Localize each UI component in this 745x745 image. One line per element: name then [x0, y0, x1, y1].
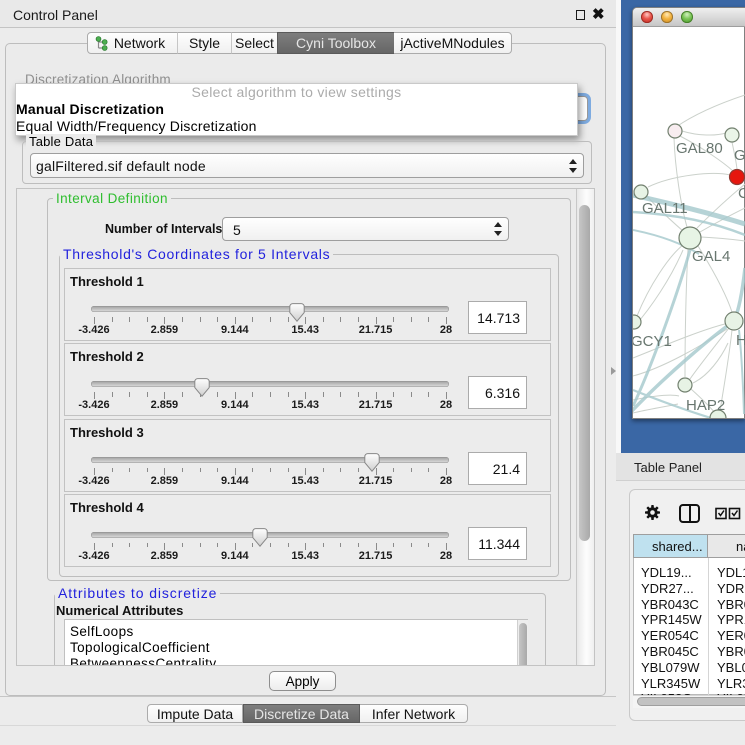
svg-text:C: C [738, 185, 745, 202]
svg-text:H: H [736, 332, 745, 349]
svg-text:GAL4: GAL4 [692, 248, 730, 265]
svg-text:G.: G. [734, 147, 745, 164]
svg-text:HAP2: HAP2 [686, 397, 725, 414]
svg-text:GCY1: GCY1 [633, 333, 672, 350]
svg-text:GAL80: GAL80 [676, 140, 723, 157]
svg-text:GAL11: GAL11 [642, 200, 688, 217]
